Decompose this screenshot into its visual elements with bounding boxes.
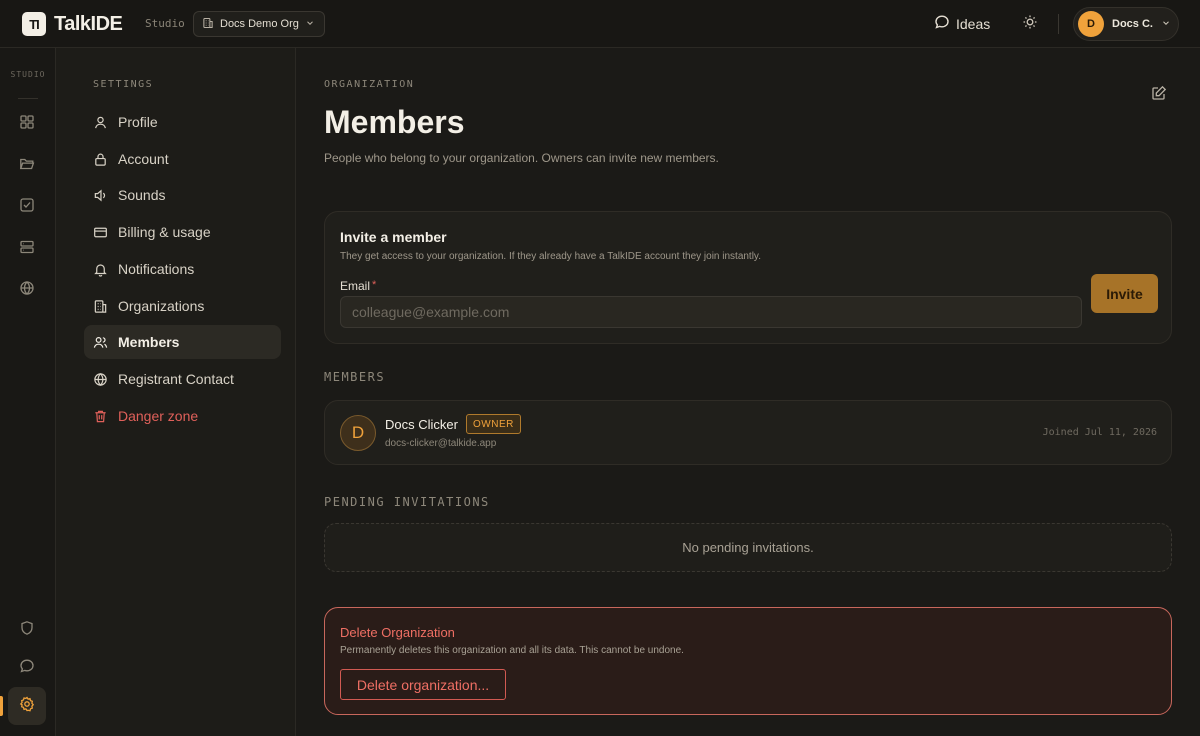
pending-section-label: PENDING INVITATIONS [324,495,490,509]
rail-active-marker [0,696,3,716]
member-joined-date: Joined Jul 11, 2026 [1042,427,1157,438]
org-select-value: Docs Demo Org [220,18,299,30]
settings-nav-label: Billing & usage [118,224,211,240]
email-label: Email * [340,279,376,293]
user-icon [93,115,108,130]
settings-nav-danger-zone[interactable]: Danger zone [84,399,281,433]
settings-nav-organizations[interactable]: Organizations [84,289,281,323]
rail-domains-button[interactable] [8,271,46,309]
logo-mark: TI [22,12,46,36]
rail-files-button[interactable] [8,147,46,185]
top-bar: TI TalkIDE Studio Docs Demo Org Ideas D … [0,0,1200,48]
chevron-down-icon [1161,15,1171,33]
rail-tasks-button[interactable] [8,188,46,226]
credit-card-icon [93,225,108,240]
settings-nav-notifications[interactable]: Notifications [84,252,281,286]
rail-security-button[interactable] [8,611,46,649]
left-rail: STUDIO [0,48,56,736]
settings-heading: SETTINGS [93,79,154,90]
delete-organization-card: Delete Organization Permanently deletes … [324,607,1172,715]
chat-icon [19,658,35,679]
member-name: Docs Clicker [385,417,458,432]
settings-nav-label: Danger zone [118,408,199,424]
server-icon [19,239,35,260]
chevron-down-icon [305,18,315,31]
page-eyebrow: ORGANIZATION [324,79,415,90]
checkbox-icon [19,197,35,218]
rail-label: STUDIO [10,70,46,79]
settings-nav-account[interactable]: Account [84,142,281,176]
invite-card: Invite a member They get access to your … [324,211,1172,344]
email-label-text: Email [340,279,371,293]
rail-chat-button[interactable] [8,649,46,687]
rail-dashboard-button[interactable] [8,105,46,143]
settings-nav-label: Organizations [118,298,205,314]
member-email: docs-clicker@talkide.app [385,438,497,449]
chat-bubble-icon [934,14,950,33]
settings-nav-label: Registrant Contact [118,371,234,387]
members-section-label: MEMBERS [324,370,386,384]
main-content: ORGANIZATION Members People who belong t… [296,48,1200,736]
user-name: Docs C. [1112,18,1153,30]
rail-divider [18,98,38,99]
settings-nav: SETTINGS Profile Account Sounds Billing … [56,48,296,736]
settings-nav-registrant-contact[interactable]: Registrant Contact [84,362,281,396]
danger-title: Delete Organization [340,625,455,640]
app-logo[interactable]: TI TalkIDE [22,12,123,36]
settings-nav-label: Sounds [118,187,166,203]
settings-nav-label: Notifications [118,261,195,277]
app-name: TalkIDE [54,12,123,35]
invite-subtitle: They get access to your organization. If… [340,251,761,262]
edit-icon [1151,85,1167,105]
folder-icon [19,156,35,177]
ideas-button[interactable]: Ideas [934,14,990,33]
avatar: D [1078,11,1104,37]
user-menu[interactable]: D Docs C. [1073,7,1179,41]
speaker-icon [93,188,108,203]
avatar: D [340,415,376,451]
danger-subtitle: Permanently deletes this organization an… [340,645,684,656]
pending-empty-state: No pending invitations. [324,523,1172,572]
sun-icon [1022,14,1038,35]
org-select[interactable]: Docs Demo Org [193,11,325,37]
grid-icon [19,114,35,135]
lock-icon [93,152,108,167]
settings-nav-profile[interactable]: Profile [84,105,281,139]
globe-icon [93,372,108,387]
page-title: Members [324,104,465,140]
invite-title: Invite a member [340,229,447,245]
theme-toggle-button[interactable] [1020,14,1040,34]
page-subtitle: People who belong to your organization. … [324,151,719,165]
invite-button[interactable]: Invite [1091,274,1158,313]
status-badge: OWNER [466,414,521,434]
settings-nav-label: Account [118,151,169,167]
gear-icon [19,696,35,717]
ideas-label: Ideas [956,15,991,32]
email-field[interactable] [340,296,1082,328]
studio-tag: Studio [145,17,185,30]
header-divider [1058,14,1059,34]
users-icon [93,335,108,350]
building-icon [93,299,108,314]
table-row: D Docs Clicker OWNER docs-clicker@talkid… [324,400,1172,465]
trash-icon [93,409,108,424]
rail-servers-button[interactable] [8,230,46,268]
settings-nav-label: Members [118,334,180,350]
edit-page-button[interactable] [1151,85,1167,101]
globe-icon [19,280,35,301]
bell-icon [93,262,108,277]
shield-icon [19,620,35,641]
settings-nav-billing[interactable]: Billing & usage [84,215,281,249]
building-icon [202,17,214,32]
settings-nav-label: Profile [118,114,158,130]
rail-settings-button[interactable] [8,687,46,725]
delete-organization-button[interactable]: Delete organization... [340,669,506,700]
settings-nav-members[interactable]: Members [84,325,281,359]
required-mark: * [372,279,377,291]
settings-nav-sounds[interactable]: Sounds [84,178,281,212]
